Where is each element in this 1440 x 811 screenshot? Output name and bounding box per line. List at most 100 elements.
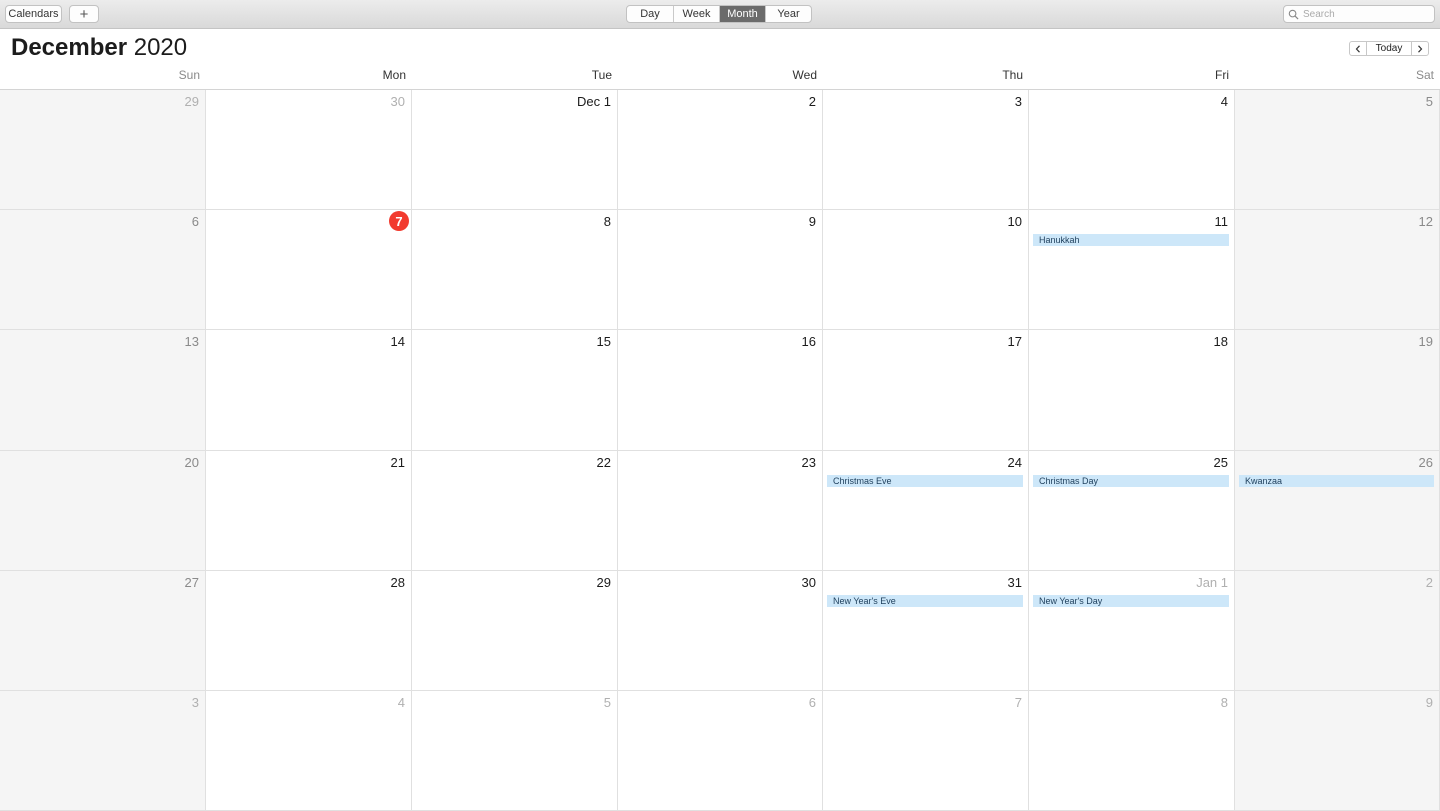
day-number: 19 xyxy=(1418,334,1433,349)
day-cell[interactable]: 20 xyxy=(0,451,206,571)
day-number: 7 xyxy=(1014,695,1022,710)
weekday-header: Sun Mon Tue Wed Thu Fri Sat xyxy=(0,66,1440,88)
search-icon xyxy=(1288,9,1299,20)
day-number: 3 xyxy=(1014,94,1022,109)
day-number: 11 xyxy=(1214,214,1229,229)
day-cell[interactable]: 4 xyxy=(206,691,412,811)
day-number: 30 xyxy=(801,575,816,590)
today-day-number: 7 xyxy=(389,211,409,231)
day-cell[interactable]: 14 xyxy=(206,330,412,451)
day-number: 6 xyxy=(191,214,199,229)
next-month-button[interactable] xyxy=(1412,42,1428,55)
day-cell[interactable]: 8 xyxy=(412,210,618,330)
day-cell[interactable]: Dec 1 xyxy=(412,90,618,210)
day-cell[interactable]: 31 New Year's Eve xyxy=(823,571,1029,691)
day-cell[interactable]: 10 xyxy=(823,210,1029,330)
day-cell[interactable]: 6 xyxy=(0,210,206,330)
weekday-mon: Mon xyxy=(382,68,406,82)
day-cell[interactable]: 30 xyxy=(206,90,412,210)
today-button[interactable]: Today xyxy=(1366,42,1412,55)
month-grid: 29 30 Dec 1 2 3 4 5 6 7 8 9 10 11 Hanukkah 12 13 14 15 16 1… xyxy=(0,89,1440,811)
previous-month-button[interactable] xyxy=(1350,42,1366,55)
view-day-button[interactable]: Day xyxy=(627,6,674,22)
day-number: 5 xyxy=(603,695,611,710)
day-cell[interactable]: 3 xyxy=(823,90,1029,210)
calendar-event[interactable]: Christmas Day xyxy=(1033,475,1229,487)
day-number: 6 xyxy=(808,695,816,710)
day-number: 13 xyxy=(184,334,199,349)
day-cell[interactable]: 7 xyxy=(823,691,1029,811)
day-number: 31 xyxy=(1007,575,1022,590)
day-cell[interactable]: 13 xyxy=(0,330,206,451)
day-cell[interactable]: 28 xyxy=(206,571,412,691)
day-number: 21 xyxy=(390,455,405,470)
view-year-button[interactable]: Year xyxy=(766,6,811,22)
day-number: 29 xyxy=(184,94,199,109)
day-number: 8 xyxy=(1220,695,1228,710)
day-cell[interactable]: 30 xyxy=(618,571,823,691)
day-cell[interactable]: 22 xyxy=(412,451,618,571)
day-cell[interactable]: 16 xyxy=(618,330,823,451)
day-number: 17 xyxy=(1007,334,1022,349)
weekday-tue: Tue xyxy=(591,68,612,82)
day-cell[interactable]: 2 xyxy=(618,90,823,210)
toolbar: Calendars + Day Week Month Year xyxy=(0,0,1440,29)
calendar-event[interactable]: Kwanzaa xyxy=(1239,475,1434,487)
day-number: 25 xyxy=(1213,455,1228,470)
weekday-wed: Wed xyxy=(792,68,817,82)
day-number: 12 xyxy=(1418,214,1433,229)
calendar-event[interactable]: Christmas Eve xyxy=(827,475,1023,487)
view-month-button[interactable]: Month xyxy=(720,6,766,22)
day-cell[interactable]: 11 Hanukkah xyxy=(1029,210,1235,330)
day-cell[interactable]: 15 xyxy=(412,330,618,451)
day-number: 9 xyxy=(1425,695,1433,710)
day-number: 4 xyxy=(397,695,405,710)
search-field[interactable] xyxy=(1283,5,1435,23)
day-cell[interactable]: 12 xyxy=(1235,210,1440,330)
day-cell[interactable]: Jan 1 New Year's Day xyxy=(1029,571,1235,691)
day-cell[interactable]: 5 xyxy=(412,691,618,811)
chevron-left-icon xyxy=(1355,44,1360,53)
day-number: 23 xyxy=(801,455,816,470)
day-cell[interactable]: 9 xyxy=(618,210,823,330)
day-number: 8 xyxy=(603,214,611,229)
day-cell[interactable]: 17 xyxy=(823,330,1029,451)
view-switcher: Day Week Month Year xyxy=(626,5,812,23)
day-number: 4 xyxy=(1220,94,1228,109)
day-number: 26 xyxy=(1418,455,1433,470)
calendar-event[interactable]: New Year's Day xyxy=(1033,595,1229,607)
day-cell[interactable]: 24 Christmas Eve xyxy=(823,451,1029,571)
day-number: 3 xyxy=(191,695,199,710)
day-cell[interactable]: 8 xyxy=(1029,691,1235,811)
search-input[interactable] xyxy=(1303,8,1423,20)
day-cell[interactable]: 26 Kwanzaa xyxy=(1235,451,1440,571)
day-number: 16 xyxy=(801,334,816,349)
weekday-sat: Sat xyxy=(1415,68,1434,82)
day-number: Jan 1 xyxy=(1196,575,1228,590)
day-number: 14 xyxy=(390,334,405,349)
day-cell[interactable]: 29 xyxy=(412,571,618,691)
day-cell[interactable]: 2 xyxy=(1235,571,1440,691)
calendar-event[interactable]: New Year's Eve xyxy=(827,595,1023,607)
title-month: December xyxy=(11,34,128,61)
day-cell[interactable]: 4 xyxy=(1029,90,1235,210)
day-cell[interactable]: 7 xyxy=(206,210,412,330)
day-cell[interactable]: 9 xyxy=(1235,691,1440,811)
view-week-button[interactable]: Week xyxy=(674,6,720,22)
day-cell[interactable]: 3 xyxy=(0,691,206,811)
add-event-button[interactable]: + xyxy=(69,5,99,23)
day-number: 22 xyxy=(596,455,611,470)
day-cell[interactable]: 19 xyxy=(1235,330,1440,451)
calendar-event[interactable]: Hanukkah xyxy=(1033,234,1229,246)
day-cell[interactable]: 18 xyxy=(1029,330,1235,451)
day-cell[interactable]: 6 xyxy=(618,691,823,811)
day-cell[interactable]: 27 xyxy=(0,571,206,691)
day-number: 27 xyxy=(184,575,199,590)
calendars-button[interactable]: Calendars xyxy=(5,5,62,23)
day-cell[interactable]: 23 xyxy=(618,451,823,571)
day-cell[interactable]: 21 xyxy=(206,451,412,571)
day-cell[interactable]: 29 xyxy=(0,90,206,210)
day-cell[interactable]: 5 xyxy=(1235,90,1440,210)
day-number: 2 xyxy=(1425,575,1433,590)
day-cell[interactable]: 25 Christmas Day xyxy=(1029,451,1235,571)
